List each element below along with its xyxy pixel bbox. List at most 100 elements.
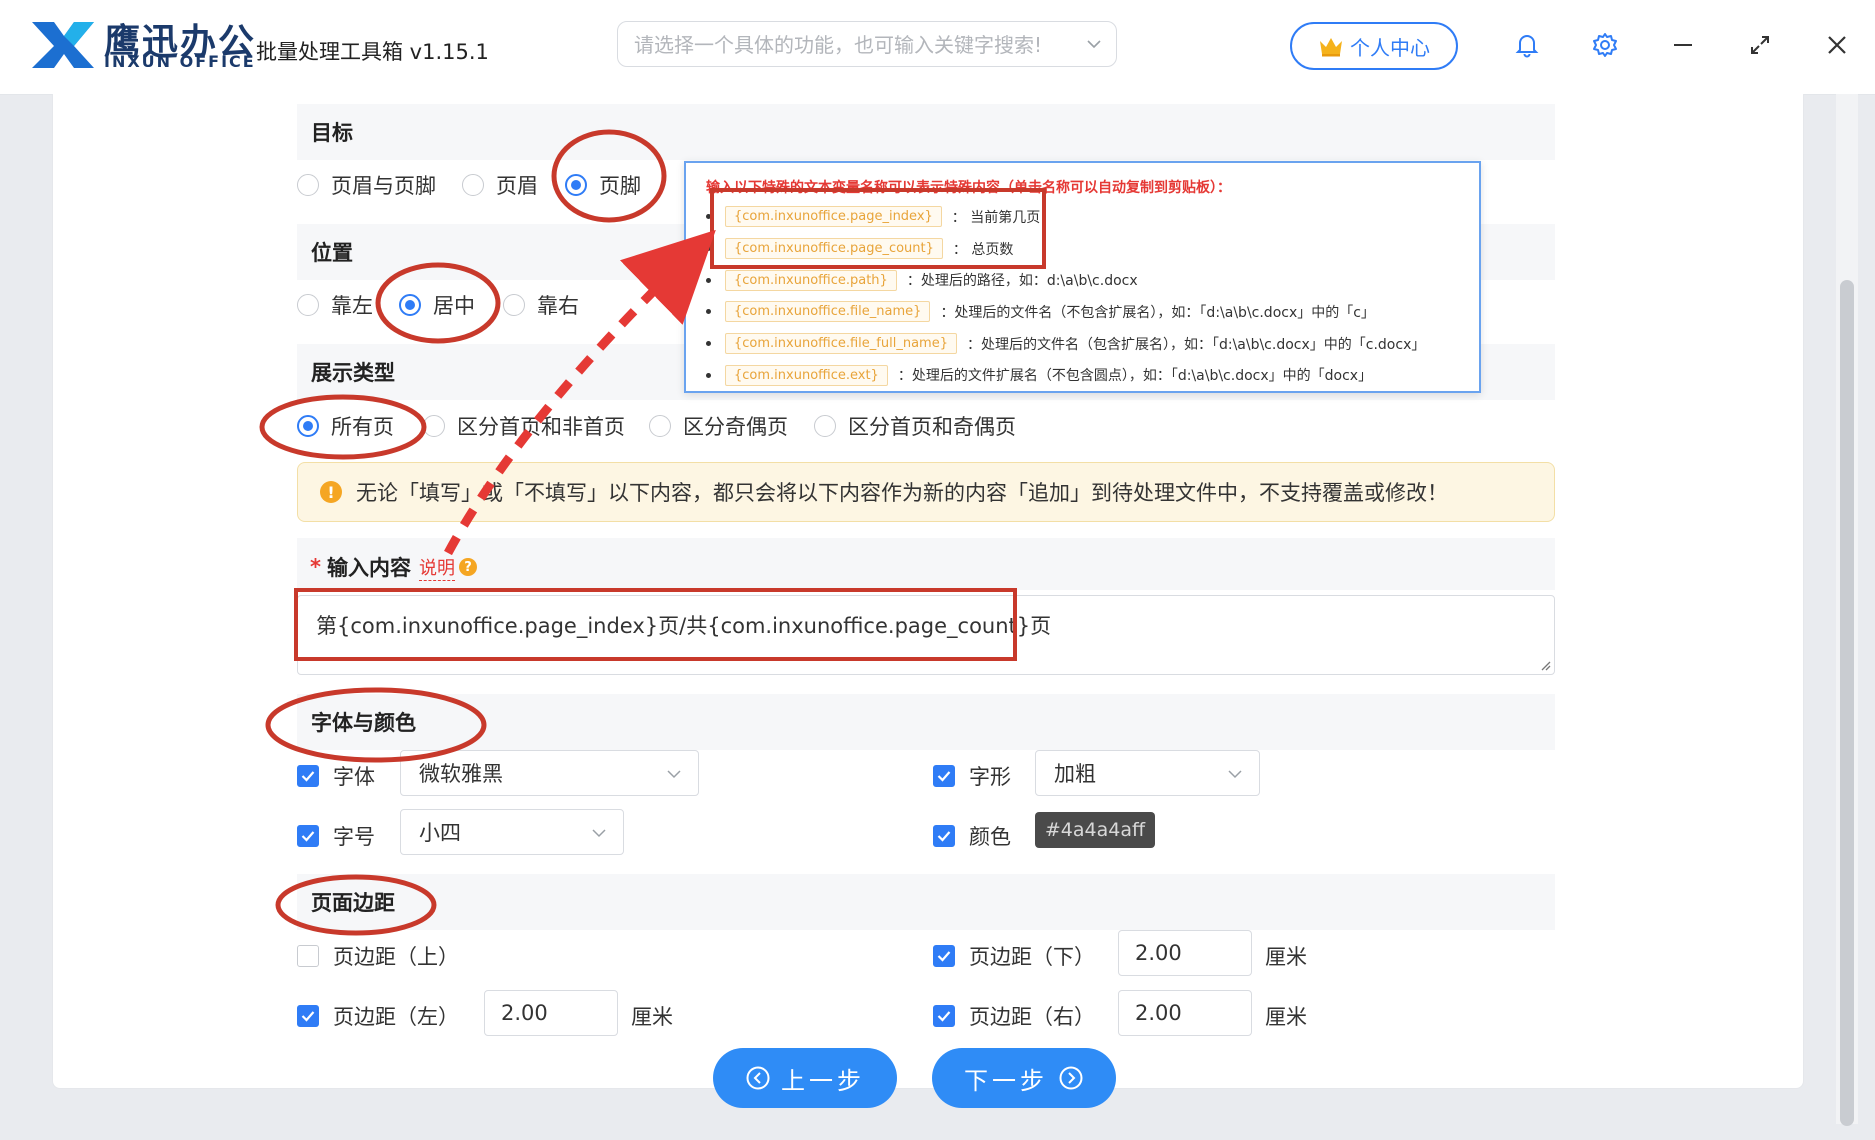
checkbox-checked[interactable] xyxy=(933,765,955,787)
margin-right-option[interactable]: 页边距（右） xyxy=(933,1001,1095,1031)
maximize-icon[interactable] xyxy=(1745,30,1775,60)
resize-grip-icon[interactable] xyxy=(1539,659,1551,671)
radio-button-selected[interactable] xyxy=(297,415,319,437)
radio-display-odd-even[interactable]: 区分奇偶页 xyxy=(649,411,788,441)
content-textarea[interactable]: 第{com.inxunoffice.page_index}页/共{com.inx… xyxy=(297,595,1555,675)
font-family-label: 字体 xyxy=(333,765,375,789)
scrollbar-thumb[interactable] xyxy=(1840,280,1854,1126)
chevron-down-icon xyxy=(592,829,606,838)
radio-button[interactable] xyxy=(297,294,319,316)
radio-position-center[interactable]: 居中 xyxy=(399,290,475,320)
margin-left-input[interactable]: 2.00 xyxy=(484,990,618,1036)
next-step-button[interactable]: 下一步 xyxy=(932,1048,1116,1108)
margin-top-option[interactable]: 页边距（上） xyxy=(297,941,459,971)
font-size-label: 字号 xyxy=(333,825,375,849)
checkbox-checked[interactable] xyxy=(297,765,319,787)
question-icon[interactable]: ? xyxy=(458,558,477,576)
margin-right-input[interactable]: 2.00 xyxy=(1118,990,1252,1036)
checkbox-unchecked[interactable] xyxy=(297,945,319,967)
prev-step-label: 上一步 xyxy=(781,1066,865,1095)
font-style-option[interactable]: 字形 xyxy=(933,761,1011,791)
help-link[interactable]: 说明 xyxy=(418,554,455,581)
variable-item: {com.inxunoffice.file_name} ：处理后的文件名（不包含扩… xyxy=(706,296,1425,328)
radio-button-selected[interactable] xyxy=(565,174,587,196)
radio-button[interactable] xyxy=(423,415,445,437)
radio-label: 靠左 xyxy=(331,294,373,318)
variable-desc: ：处理后的文件名（包含扩展名），如：「d:\a\b\c.docx」中的「c.do… xyxy=(966,336,1426,353)
radio-button[interactable] xyxy=(503,294,525,316)
variable-desc: ： 总页数 xyxy=(952,241,1014,258)
font-size-option[interactable]: 字号 xyxy=(297,821,375,851)
app-title: 批量处理工具箱 v1.15.1 xyxy=(256,40,489,64)
radio-button[interactable] xyxy=(297,174,319,196)
radio-label: 页眉 xyxy=(496,174,538,198)
radio-display-first-vs-rest[interactable]: 区分首页和非首页 xyxy=(423,411,625,441)
user-center-button[interactable]: 个人中心 xyxy=(1290,22,1458,70)
variable-item: {com.inxunoffice.ext} ：处理后的文件扩展名（不包含圆点），如… xyxy=(706,359,1425,391)
radio-display-first-odd-even[interactable]: 区分首页和奇偶页 xyxy=(814,411,1016,441)
search-input[interactable] xyxy=(618,22,1066,68)
font-color-picker[interactable]: #4a4a4aff xyxy=(1035,812,1155,848)
chevron-down-icon xyxy=(667,770,681,779)
checkbox-checked[interactable] xyxy=(933,825,955,847)
brand-name-en: INXUN OFFICE xyxy=(104,52,256,71)
content-value: 第{com.inxunoffice.page_index}页/共{com.inx… xyxy=(316,614,1052,638)
radio-label: 页眉与页脚 xyxy=(331,174,436,198)
unit-label: 厘米 xyxy=(1265,1005,1307,1029)
margin-left-option[interactable]: 页边距（左） xyxy=(297,1001,459,1031)
variable-desc: ：处理后的文件名（不包含扩展名），如：「d:\a\b\c.docx」中的「c」 xyxy=(940,304,1375,321)
font-size-value: 小四 xyxy=(419,821,461,845)
checkbox-checked[interactable] xyxy=(297,1005,319,1027)
function-search-box[interactable] xyxy=(617,21,1117,68)
radio-button-selected[interactable] xyxy=(399,294,421,316)
checkbox-checked[interactable] xyxy=(297,825,319,847)
settings-gear-icon[interactable] xyxy=(1590,30,1620,60)
variable-desc: ：处理后的文件扩展名（不包含圆点），如：「d:\a\b\c.docx」中的「do… xyxy=(897,368,1373,385)
required-mark: * xyxy=(310,555,321,579)
variable-tag[interactable]: {com.inxunoffice.file_full_name} xyxy=(725,333,957,355)
chevron-down-icon[interactable] xyxy=(1086,36,1102,52)
bullet xyxy=(706,214,711,220)
variable-tag[interactable]: {com.inxunoffice.file_name} xyxy=(725,301,931,323)
notification-bell-icon[interactable] xyxy=(1512,30,1542,60)
font-color-option[interactable]: 颜色 xyxy=(933,821,1011,851)
radio-label: 靠右 xyxy=(537,294,579,318)
variable-tag[interactable]: {com.inxunoffice.page_count} xyxy=(725,238,943,260)
variable-item: {com.inxunoffice.path} ：处理后的路径，如：d:\a\b\c… xyxy=(706,264,1425,296)
variable-item: {com.inxunoffice.page_index} ： 当前第几页 xyxy=(706,201,1425,233)
bullet xyxy=(706,372,711,378)
close-icon[interactable] xyxy=(1822,30,1852,60)
margin-left-label: 页边距（左） xyxy=(333,1005,459,1029)
section-input-bg xyxy=(297,538,1555,590)
margin-bottom-label: 页边距（下） xyxy=(969,945,1095,969)
font-style-select[interactable]: 加粗 xyxy=(1035,750,1260,796)
radio-target-header-footer[interactable]: 页眉与页脚 xyxy=(297,170,436,200)
radio-position-right[interactable]: 靠右 xyxy=(503,290,579,320)
arrow-left-circle-icon xyxy=(746,1066,770,1090)
radio-display-all-pages[interactable]: 所有页 xyxy=(297,411,394,441)
variable-tag[interactable]: {com.inxunoffice.ext} xyxy=(725,364,888,386)
margin-top-label: 页边距（上） xyxy=(333,945,459,969)
checkbox-checked[interactable] xyxy=(933,1005,955,1027)
margin-bottom-input[interactable]: 2.00 xyxy=(1118,930,1252,976)
checkbox-checked[interactable] xyxy=(933,945,955,967)
chevron-down-icon xyxy=(1228,770,1242,779)
prev-step-button[interactable]: 上一步 xyxy=(713,1048,897,1108)
variable-tag[interactable]: {com.inxunoffice.path} xyxy=(725,269,897,291)
font-size-select[interactable]: 小四 xyxy=(400,809,624,855)
radio-position-left[interactable]: 靠左 xyxy=(297,290,373,320)
font-family-select[interactable]: 微软雅黑 xyxy=(400,750,699,796)
radio-button[interactable] xyxy=(814,415,836,437)
font-family-option[interactable]: 字体 xyxy=(297,761,375,791)
radio-button[interactable] xyxy=(649,415,671,437)
radio-target-footer[interactable]: 页脚 xyxy=(565,170,641,200)
radio-button[interactable] xyxy=(462,174,484,196)
minimize-icon[interactable] xyxy=(1668,30,1698,60)
variable-tag[interactable]: {com.inxunoffice.page_index} xyxy=(725,206,942,228)
section-font-color-heading: 字体与颜色 xyxy=(297,694,1555,750)
notice-text: 无论「填写」或「不填写」以下内容，都只会将以下内容作为新的内容「追加」到待处理文… xyxy=(356,481,1448,505)
margin-bottom-option[interactable]: 页边距（下） xyxy=(933,941,1095,971)
user-center-label: 个人中心 xyxy=(1350,35,1430,60)
append-notice: ! 无论「填写」或「不填写」以下内容，都只会将以下内容作为新的内容「追加」到待处… xyxy=(297,462,1555,522)
radio-target-header[interactable]: 页眉 xyxy=(462,170,538,200)
